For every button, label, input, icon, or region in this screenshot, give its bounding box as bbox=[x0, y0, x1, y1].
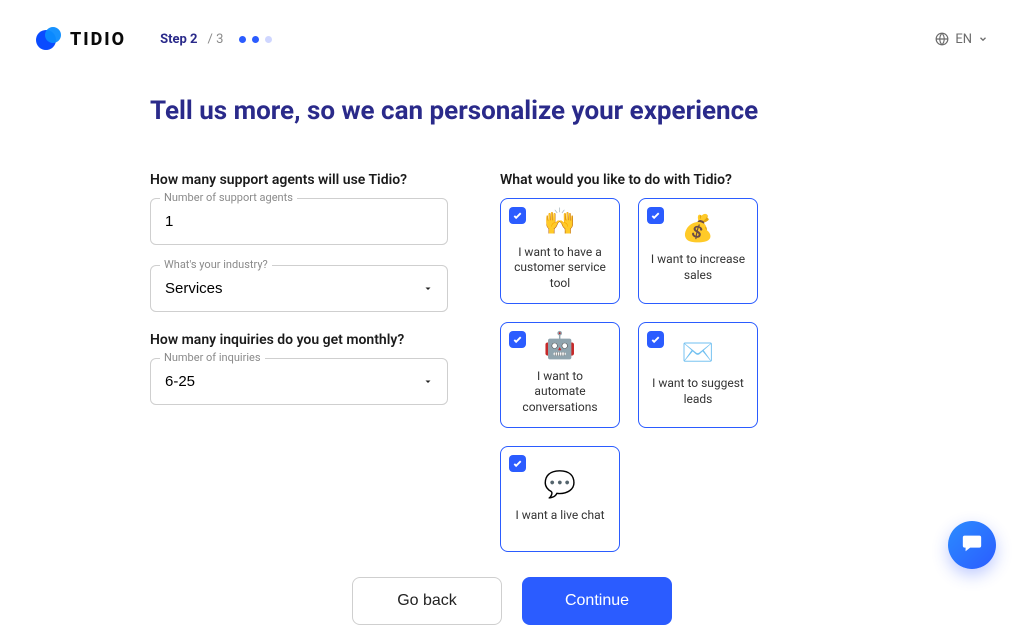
label-agents: Number of support agents bbox=[160, 191, 297, 204]
tile-emoji: 💰 bbox=[682, 216, 714, 242]
progress-dot-3 bbox=[265, 36, 272, 43]
go-back-button[interactable]: Go back bbox=[352, 577, 502, 625]
check-icon bbox=[647, 331, 664, 348]
left-column: How many support agents will use Tidio? … bbox=[150, 172, 448, 552]
brand-name: TIDIO bbox=[70, 29, 126, 50]
tile-label: I want a live chat bbox=[515, 508, 604, 524]
goal-tiles: 🙌 I want to have a customer service tool 💰… bbox=[500, 198, 874, 552]
language-switcher[interactable]: EN bbox=[935, 32, 988, 47]
logo-icon bbox=[36, 26, 62, 52]
onboarding-progress: Step 2 / 3 bbox=[160, 32, 272, 47]
language-label: EN bbox=[955, 32, 972, 47]
right-column: What would you like to do with Tidio? 🙌 I… bbox=[500, 172, 874, 552]
footer-actions: Go back Continue bbox=[0, 577, 1024, 625]
question-agents: How many support agents will use Tidio? bbox=[150, 172, 448, 188]
onboarding-content: Tell us more, so we can personalize your… bbox=[0, 62, 1024, 552]
label-inquiries: Number of inquiries bbox=[160, 351, 265, 364]
app-header: TIDIO Step 2 / 3 EN bbox=[0, 0, 1024, 62]
tile-label: I want to increase sales bbox=[649, 252, 747, 283]
check-icon bbox=[509, 455, 526, 472]
field-inquiries: Number of inquiries bbox=[150, 358, 448, 405]
goal-tile-0[interactable]: 🙌 I want to have a customer service tool bbox=[500, 198, 620, 304]
question-goals: What would you like to do with Tidio? bbox=[500, 172, 874, 188]
page-headline: Tell us more, so we can personalize your… bbox=[150, 96, 874, 126]
step-total: / 3 bbox=[208, 32, 224, 47]
inquiries-select[interactable] bbox=[150, 358, 448, 405]
industry-select[interactable] bbox=[150, 265, 448, 312]
goal-tile-1[interactable]: 💰 I want to increase sales bbox=[638, 198, 758, 304]
continue-button[interactable]: Continue bbox=[522, 577, 672, 625]
tile-label: I want to automate conversations bbox=[511, 369, 609, 416]
question-inquiries: How many inquiries do you get monthly? bbox=[150, 332, 448, 348]
tile-emoji: ✉️ bbox=[682, 340, 714, 366]
brand-logo: TIDIO bbox=[36, 26, 126, 52]
goal-tile-4[interactable]: 💬 I want a live chat bbox=[500, 446, 620, 552]
step-current: Step 2 bbox=[160, 32, 197, 47]
tile-label: I want to suggest leads bbox=[649, 376, 747, 407]
goal-tile-3[interactable]: ✉️ I want to suggest leads bbox=[638, 322, 758, 428]
tile-label: I want to have a customer service tool bbox=[511, 245, 609, 292]
field-industry: What's your industry? bbox=[150, 265, 448, 312]
field-agents: Number of support agents bbox=[150, 198, 448, 245]
chat-fab[interactable] bbox=[948, 521, 996, 569]
agents-input[interactable] bbox=[150, 198, 448, 245]
tile-emoji: 🤖 bbox=[544, 333, 576, 359]
progress-dot-1 bbox=[239, 36, 246, 43]
check-icon bbox=[509, 331, 526, 348]
label-industry: What's your industry? bbox=[160, 258, 272, 271]
check-icon bbox=[509, 207, 526, 224]
progress-dots bbox=[239, 36, 272, 43]
goal-tile-2[interactable]: 🤖 I want to automate conversations bbox=[500, 322, 620, 428]
tile-emoji: 💬 bbox=[544, 472, 576, 498]
tile-emoji: 🙌 bbox=[544, 209, 576, 235]
globe-icon bbox=[935, 32, 949, 46]
chevron-down-icon bbox=[978, 34, 988, 44]
progress-dot-2 bbox=[252, 36, 259, 43]
chat-icon bbox=[961, 532, 983, 558]
check-icon bbox=[647, 207, 664, 224]
